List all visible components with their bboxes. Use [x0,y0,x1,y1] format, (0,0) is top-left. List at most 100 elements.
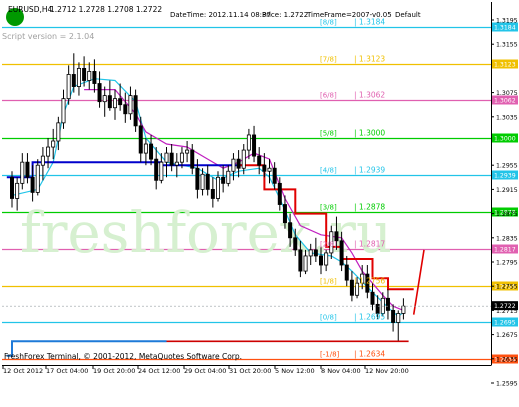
level-price-tag-text: 1.2939 [494,173,516,180]
candle-body [262,164,267,172]
candle-body [92,71,97,84]
level-price-tag-text: 1.2817 [494,247,516,254]
level-price-tag-text: 1.2695 [494,320,516,327]
candle-body [288,222,293,239]
murrey-level-value: | 1.2756 [354,277,385,286]
candle-body [159,161,164,181]
candle-body [210,188,215,199]
candle-body [123,104,128,115]
murrey-level-value: | 1.2878 [354,203,385,212]
candle-body [370,291,375,305]
candle-body [246,134,251,151]
price-chart[interactable]: freshforex.ru [8/8] | 1.31841.3184[7/8] | … [0,0,519,403]
price-label: Price: 1.2722 [262,11,308,19]
candle-body [334,231,339,242]
candle-body [174,161,179,166]
time-tick-label: 17 Oct 04:00 [46,367,88,375]
candle-body [40,155,45,166]
candle-body [226,170,231,184]
murrey-level-label: [3/8] [320,204,337,212]
murrey-level-value: | 1.3062 [354,91,385,100]
candle-body [20,161,25,184]
candle-body [272,167,277,184]
candle-body [71,74,76,87]
murrey-level-value: | 1.2817 [354,240,385,249]
candle-body [143,143,148,154]
candle-body [46,146,51,157]
candle-body [25,161,30,178]
price-tick-label: 1.2955 [496,163,518,170]
candle-body [205,173,210,190]
price-tick-label: 1.3195 [496,18,518,25]
candle-body [118,98,123,106]
candle-body [164,152,169,163]
candle-body [252,134,257,157]
ohlc-values: 1.2712 1.2728 1.2708 1.2722 [50,5,162,14]
candle-body [195,167,200,190]
price-tick-label: 1.2915 [496,187,518,194]
murrey-level-value: | 1.3123 [354,55,385,64]
candle-body [149,143,154,160]
candle-body [76,68,81,87]
candle-body [277,182,282,205]
murrey-level-label: [7/8] [320,56,337,64]
murrey-level-value: | 1.2939 [354,166,385,175]
murrey-level-value: | 1.3000 [354,129,385,138]
price-tick-label: 1.2875 [496,211,518,218]
price-tick-label: 1.2795 [496,260,518,267]
level-price-tag-text: 1.3184 [494,25,516,32]
murrey-level-label: [0/8] [320,314,337,322]
price-tick-label: 1.2675 [496,332,518,339]
candle-body [35,164,40,193]
candle-body [169,152,174,166]
candle-body [138,125,143,154]
candle-body [179,152,184,163]
candle-body [385,297,390,311]
candle-body [313,249,318,257]
time-tick-label: 31 Oct 20:00 [229,367,271,375]
murrey-level-value: | 1.2634 [354,350,385,359]
candle-body [97,83,102,103]
candle-body [298,249,303,272]
time-tick-label: 19 Oct 20:00 [93,367,135,375]
candle-body [236,158,241,169]
candle-body [107,95,112,109]
candle-body [308,249,313,257]
candle-body [318,255,323,266]
candle-body [391,309,396,323]
price-tick-label: 1.2835 [496,235,518,242]
candle-body [9,176,14,199]
candle-body [30,176,35,193]
time-tick-label: 29 Oct 04:00 [184,367,226,375]
candle-body [128,95,133,115]
chart-window[interactable]: freshforex.ru [8/8] | 1.3184 1.3184 [7/8] | … [0,0,519,403]
time-tick-label: 5 Nov 12:00 [275,367,315,375]
candle-body [82,68,87,81]
candle-body [15,182,20,199]
candle [133,89,138,132]
candle-body [185,149,190,154]
murrey-level-label: [4/8] [320,167,337,175]
candle-body [102,95,107,103]
script-version-label: Script version = 2.1.04 [2,32,94,41]
datetime-label: DateTime: 2012.11.14 08:37 [170,11,271,19]
murrey-level-value: | 1.2695 [354,313,385,322]
candle-body [241,149,246,169]
price-tick-label: 1.2755 [496,284,518,291]
symbol-label: EURUSD,H4 [8,5,52,14]
current-price-tag-text: 1.2722 [494,303,516,310]
price-tick-label: 1.3035 [496,114,518,121]
level-price-tag-text: 1.3123 [494,62,516,69]
candle-body [396,313,401,323]
candle-body [113,98,118,109]
candle-body [401,305,406,314]
time-tick-label: 12 Nov 20:00 [365,367,409,375]
murrey-level-label: [5/8] [320,130,337,138]
candle-body [51,140,56,148]
murrey-level-label: [6/8] [320,92,337,100]
murrey-level-label: [-1/8] [320,351,340,359]
candle-body [324,252,329,266]
price-tick-label: 1.3075 [496,90,518,97]
candle-body [221,176,226,184]
time-tick-label: 8 Nov 04:00 [321,367,361,375]
